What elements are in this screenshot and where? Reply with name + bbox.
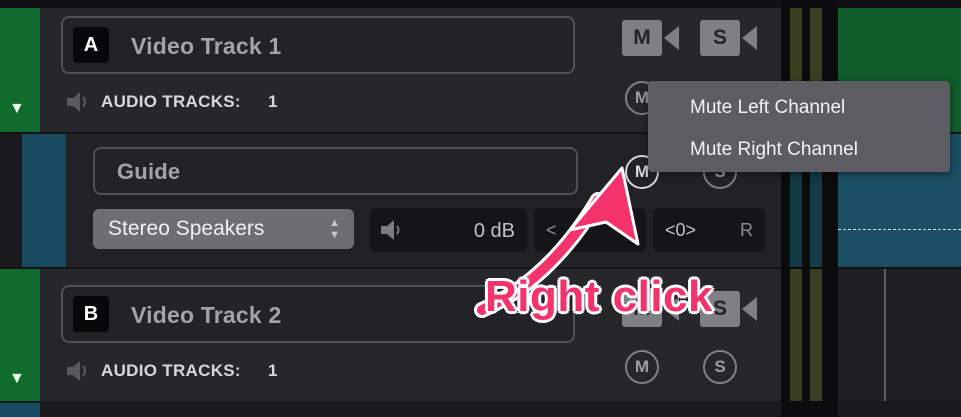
speaker-icon [66, 90, 92, 119]
audio-tracks-count: 1 [268, 361, 278, 380]
meter-bar [790, 269, 802, 401]
audio-tracks-count: 1 [268, 92, 278, 111]
speaker-icon [380, 218, 410, 247]
solo-camera-icon: S [700, 20, 740, 56]
audio-tracks-label: AUDIO TRACKS: [101, 92, 241, 111]
audio-waveform-line [838, 229, 961, 231]
menu-item-mute-right[interactable]: Mute Right Channel [690, 139, 858, 161]
menu-item-mute-left[interactable]: Mute Left Channel [690, 97, 845, 119]
track-letter-badge: A [73, 27, 109, 63]
pan-right-control[interactable]: <0> R [653, 208, 765, 252]
audio-mute-button[interactable]: M [625, 350, 659, 384]
output-select-value: Stereo Speakers [108, 217, 265, 240]
track-a-name-field[interactable]: A Video Track 1 [61, 16, 575, 74]
level-meters [781, 0, 838, 417]
meter-bar [810, 269, 822, 401]
audio-track-name: Guide [117, 159, 181, 184]
timeline-marker [884, 269, 886, 401]
annotation-label: Right click [485, 272, 713, 321]
track-letter-badge: B [73, 296, 109, 332]
context-menu: Mute Left Channel Mute Right Channel [648, 81, 950, 172]
updown-chevron-icon: ▲ ▼ [329, 217, 340, 241]
pan-value: <0> [665, 220, 697, 240]
video-mute-button[interactable]: M [622, 20, 679, 56]
next-track-color-strip [0, 403, 40, 417]
audio-tracks-label: AUDIO TRACKS: [101, 361, 241, 380]
track-name: Video Track 1 [131, 33, 282, 59]
output-select[interactable]: Stereo Speakers ▲ ▼ [93, 209, 354, 249]
timeline-empty-area [838, 269, 961, 401]
track-name: Video Track 2 [131, 302, 282, 328]
collapse-triangle-icon[interactable]: ▼ [9, 370, 25, 388]
mute-camera-icon: M [622, 20, 662, 56]
audio-gutter [0, 134, 22, 267]
audio-solo-button[interactable]: S [703, 350, 737, 384]
audio-track-color-strip[interactable] [22, 134, 66, 267]
collapse-triangle-icon[interactable]: ▼ [9, 100, 25, 118]
video-solo-button[interactable]: S [700, 20, 757, 56]
speaker-icon [66, 359, 92, 388]
pan-right-label: R [740, 220, 753, 240]
